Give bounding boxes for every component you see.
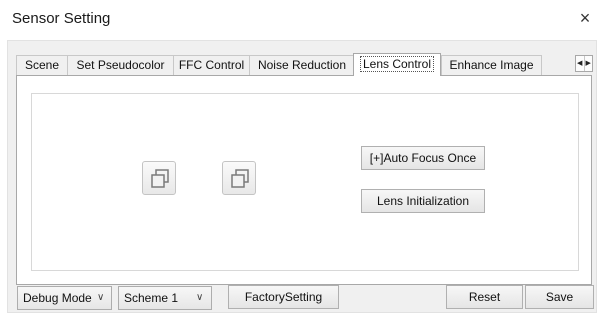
factory-setting-button[interactable]: FactorySetting xyxy=(228,285,339,309)
mode-select-value: Debug Mode xyxy=(23,291,92,305)
scheme-select-value: Scheme 1 xyxy=(124,291,179,305)
tab-strip: Scene Set Pseudocolor FFC Control Noise … xyxy=(16,53,569,76)
lens-initialization-button[interactable]: Lens Initialization xyxy=(361,189,485,213)
tab-lens-control[interactable]: Lens Control xyxy=(353,53,441,76)
tab-set-pseudocolor[interactable]: Set Pseudocolor xyxy=(67,55,174,75)
copy-icon xyxy=(231,169,249,188)
tab-scroller: ◀ ▶ xyxy=(575,55,593,72)
tab-scene[interactable]: Scene xyxy=(16,55,68,75)
reset-button[interactable]: Reset xyxy=(446,285,523,309)
lens-icon-button-1[interactable] xyxy=(142,161,176,195)
mode-select[interactable]: Debug Mode ∨ xyxy=(17,286,112,310)
title-bar: Sensor Setting × xyxy=(0,0,604,38)
tab-ffc-control[interactable]: FFC Control xyxy=(173,55,250,75)
chevron-down-icon: ∨ xyxy=(97,292,105,303)
auto-focus-once-button[interactable]: [+]Auto Focus Once xyxy=(361,146,485,170)
copy-icon xyxy=(151,169,169,188)
lens-control-area: [+]Auto Focus Once Lens Initialization xyxy=(31,93,579,271)
scroll-left-icon[interactable]: ◀ xyxy=(576,56,584,71)
window-title: Sensor Setting xyxy=(12,10,111,27)
dialog-body: Scene Set Pseudocolor FFC Control Noise … xyxy=(7,40,597,313)
tab-enhance-image[interactable]: Enhance Image xyxy=(441,55,542,75)
lens-icon-button-2[interactable] xyxy=(222,161,256,195)
lens-control-panel: [+]Auto Focus Once Lens Initialization xyxy=(16,75,592,285)
tab-noise-reduction[interactable]: Noise Reduction xyxy=(249,55,355,75)
scheme-select[interactable]: Scheme 1 ∨ xyxy=(118,286,212,310)
save-button[interactable]: Save xyxy=(525,285,594,309)
chevron-down-icon: ∨ xyxy=(196,292,204,303)
close-icon[interactable]: × xyxy=(574,7,596,29)
scroll-right-icon[interactable]: ▶ xyxy=(583,56,593,71)
